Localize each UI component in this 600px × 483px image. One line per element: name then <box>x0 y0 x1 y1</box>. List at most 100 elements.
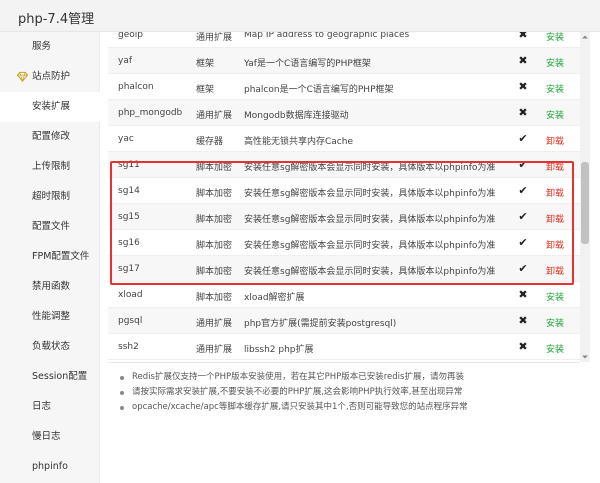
sidebar-item-label: 日志 <box>32 401 52 412</box>
table-row: sg15 脚本加密 安装任意sg解密版本会显示同时安装，具体版本以phpinfo为准… <box>108 204 580 230</box>
uninstall-link[interactable]: 卸载 <box>546 134 564 147</box>
extension-name: sg14 <box>118 186 140 196</box>
sidebar-item-performance[interactable]: 性能调整 <box>0 302 100 332</box>
install-link[interactable]: 安装 <box>546 56 564 69</box>
window-title: php-7.4管理 <box>18 12 95 27</box>
table-scrollbar[interactable] <box>580 32 590 362</box>
extension-description: 安装任意sg解密版本会显示同时安装，具体版本以phpinfo为准 <box>244 267 496 277</box>
extension-type: 框架 <box>196 85 215 95</box>
extension-description: Yaf是一个C语言编写的PHP框架 <box>244 59 371 69</box>
install-link[interactable]: 安装 <box>546 290 564 303</box>
extension-description: phalcon是一个C语言编写的PHP框架 <box>244 85 394 95</box>
install-status-icon: ✖ <box>518 340 528 353</box>
extension-type: 脚本加密 <box>196 293 233 303</box>
sidebar-item-label: 慢日志 <box>32 431 61 442</box>
extension-type: 脚本加密 <box>196 189 233 199</box>
sidebar-item-label: phpinfo <box>32 461 68 472</box>
note-item: Redis扩展仅支持一个PHP版本安装使用，若在其它PHP版本已安装redis扩… <box>120 370 590 385</box>
extension-type: 脚本加密 <box>196 163 233 173</box>
scrollbar-thumb[interactable] <box>581 162 589 244</box>
install-link[interactable]: 安装 <box>546 82 564 95</box>
extension-description: 安装任意sg解密版本会显示同时安装，具体版本以phpinfo为准 <box>244 163 496 173</box>
sidebar-item-label: 配置文件 <box>32 221 71 232</box>
sidebar-item-label: Session配置 <box>32 371 88 382</box>
sidebar-item-fpm-config[interactable]: FPM配置文件 <box>0 242 100 272</box>
sidebar-item-label: 超时限制 <box>32 191 71 202</box>
table-row: ssh2 通用扩展 libssh2 php扩展 ✖ 安装 <box>108 334 580 360</box>
table-row: sg17 脚本加密 安装任意sg解密版本会显示同时安装，具体版本以phpinfo为准… <box>108 256 580 282</box>
uninstall-link[interactable]: 卸载 <box>546 186 564 199</box>
sidebar-item-label: 禁用函数 <box>32 281 71 292</box>
sidebar: 服务 站点防护 安装扩展 配置修改 上传限制 超时限制 配置文件 FPM配置文件… <box>0 32 100 483</box>
extension-description: Mongodb数据库连接驱动 <box>244 111 349 121</box>
install-link[interactable]: 安装 <box>546 32 564 43</box>
sidebar-item-service[interactable]: 服务 <box>0 32 100 62</box>
extension-name: sg16 <box>118 238 140 248</box>
sidebar-item-label: 负载状态 <box>32 341 71 352</box>
extension-description: 安装任意sg解密版本会显示同时安装，具体版本以phpinfo为准 <box>244 215 496 225</box>
install-status-icon: ✖ <box>518 314 528 327</box>
uninstall-link[interactable]: 卸载 <box>546 212 564 225</box>
notes-list: Redis扩展仅支持一个PHP版本安装使用，若在其它PHP版本已安装redis扩… <box>120 370 590 415</box>
install-status-icon: ✖ <box>518 288 528 301</box>
extension-type: 脚本加密 <box>196 267 233 277</box>
extension-name: yac <box>118 134 134 144</box>
install-status-icon: ✔ <box>518 184 528 197</box>
sidebar-item-timeout-limit[interactable]: 超时限制 <box>0 182 100 212</box>
sidebar-item-load-status[interactable]: 负载状态 <box>0 332 100 362</box>
extension-name: yaf <box>118 56 133 66</box>
scroll-down-arrow-icon[interactable] <box>580 352 590 362</box>
table-row: sg16 脚本加密 安装任意sg解密版本会显示同时安装，具体版本以phpinfo为准… <box>108 230 580 256</box>
extension-name: xload <box>118 290 143 300</box>
sidebar-item-phpinfo[interactable]: phpinfo <box>0 452 100 482</box>
sidebar-item-install-extensions[interactable]: 安装扩展 <box>0 92 100 122</box>
diamond-icon <box>17 71 28 82</box>
extension-type: 通用扩展 <box>196 33 233 43</box>
scroll-up-arrow-icon[interactable] <box>580 32 590 42</box>
uninstall-link[interactable]: 卸载 <box>546 238 564 251</box>
extension-description: Map IP address to geographic places <box>244 32 410 40</box>
sidebar-item-slow-log[interactable]: 慢日志 <box>0 422 100 452</box>
sidebar-item-log[interactable]: 日志 <box>0 392 100 422</box>
uninstall-link[interactable]: 卸载 <box>546 160 564 173</box>
extension-type: 通用扩展 <box>196 111 233 121</box>
sidebar-item-upload-limit[interactable]: 上传限制 <box>0 152 100 182</box>
sidebar-item-config-file[interactable]: 配置文件 <box>0 212 100 242</box>
extension-description: 安装任意sg解密版本会显示同时安装，具体版本以phpinfo为准 <box>244 241 496 251</box>
sidebar-item-site-protection[interactable]: 站点防护 <box>0 62 100 92</box>
note-item: opcache/xcache/apc等脚本缓存扩展,请只安装其中1个,否则可能导… <box>120 400 590 415</box>
table-row: php_mongodb 通用扩展 Mongodb数据库连接驱动 ✖ 安装 <box>108 100 580 126</box>
install-link[interactable]: 安装 <box>546 342 564 355</box>
sidebar-item-session-config[interactable]: Session配置 <box>0 362 100 392</box>
sidebar-item-label: FPM配置文件 <box>32 251 90 262</box>
extension-name: sg17 <box>118 264 140 274</box>
extension-name: phalcon <box>118 82 154 92</box>
extension-name: sg15 <box>118 212 140 222</box>
install-status-icon: ✖ <box>518 80 528 93</box>
extension-description: php官方扩展(需提前安装postgresql) <box>244 319 397 329</box>
extension-description: libssh2 php扩展 <box>244 345 314 355</box>
table-row: yac 缓存器 高性能无锁共享内存Cache ✔ 卸载 <box>108 126 580 152</box>
table-row: sg11 脚本加密 安装任意sg解密版本会显示同时安装，具体版本以phpinfo为准… <box>108 152 580 178</box>
extension-description: xload解密扩展 <box>244 293 305 303</box>
window-titlebar: php-7.4管理 <box>0 0 600 32</box>
main-panel: geoip 通用扩展 Map IP address to geographic pl… <box>100 32 600 483</box>
sidebar-item-config-modify[interactable]: 配置修改 <box>0 122 100 152</box>
uninstall-link[interactable]: 卸载 <box>546 264 564 277</box>
extensions-table: geoip 通用扩展 Map IP address to geographic pl… <box>108 32 580 363</box>
table-row: xload 脚本加密 xload解密扩展 ✖ 安装 <box>108 282 580 308</box>
table-row: sg14 脚本加密 安装任意sg解密版本会显示同时安装，具体版本以phpinfo为准… <box>108 178 580 204</box>
sidebar-item-label: 服务 <box>32 41 52 52</box>
extension-name: ssh2 <box>118 342 139 352</box>
install-link[interactable]: 安装 <box>546 108 564 121</box>
sidebar-item-disabled-functions[interactable]: 禁用函数 <box>0 272 100 302</box>
table-row: yaf 框架 Yaf是一个C语言编写的PHP框架 ✖ 安装 <box>108 48 580 74</box>
extension-description: 安装任意sg解密版本会显示同时安装，具体版本以phpinfo为准 <box>244 189 496 199</box>
extension-description: 高性能无锁共享内存Cache <box>244 137 353 147</box>
table-row: geoip 通用扩展 Map IP address to geographic pl… <box>108 32 580 48</box>
install-link[interactable]: 安装 <box>546 316 564 329</box>
install-status-icon: ✖ <box>518 106 528 119</box>
install-status-icon: ✖ <box>518 54 528 67</box>
install-status-icon: ✔ <box>518 132 528 145</box>
extension-name: php_mongodb <box>118 108 183 118</box>
